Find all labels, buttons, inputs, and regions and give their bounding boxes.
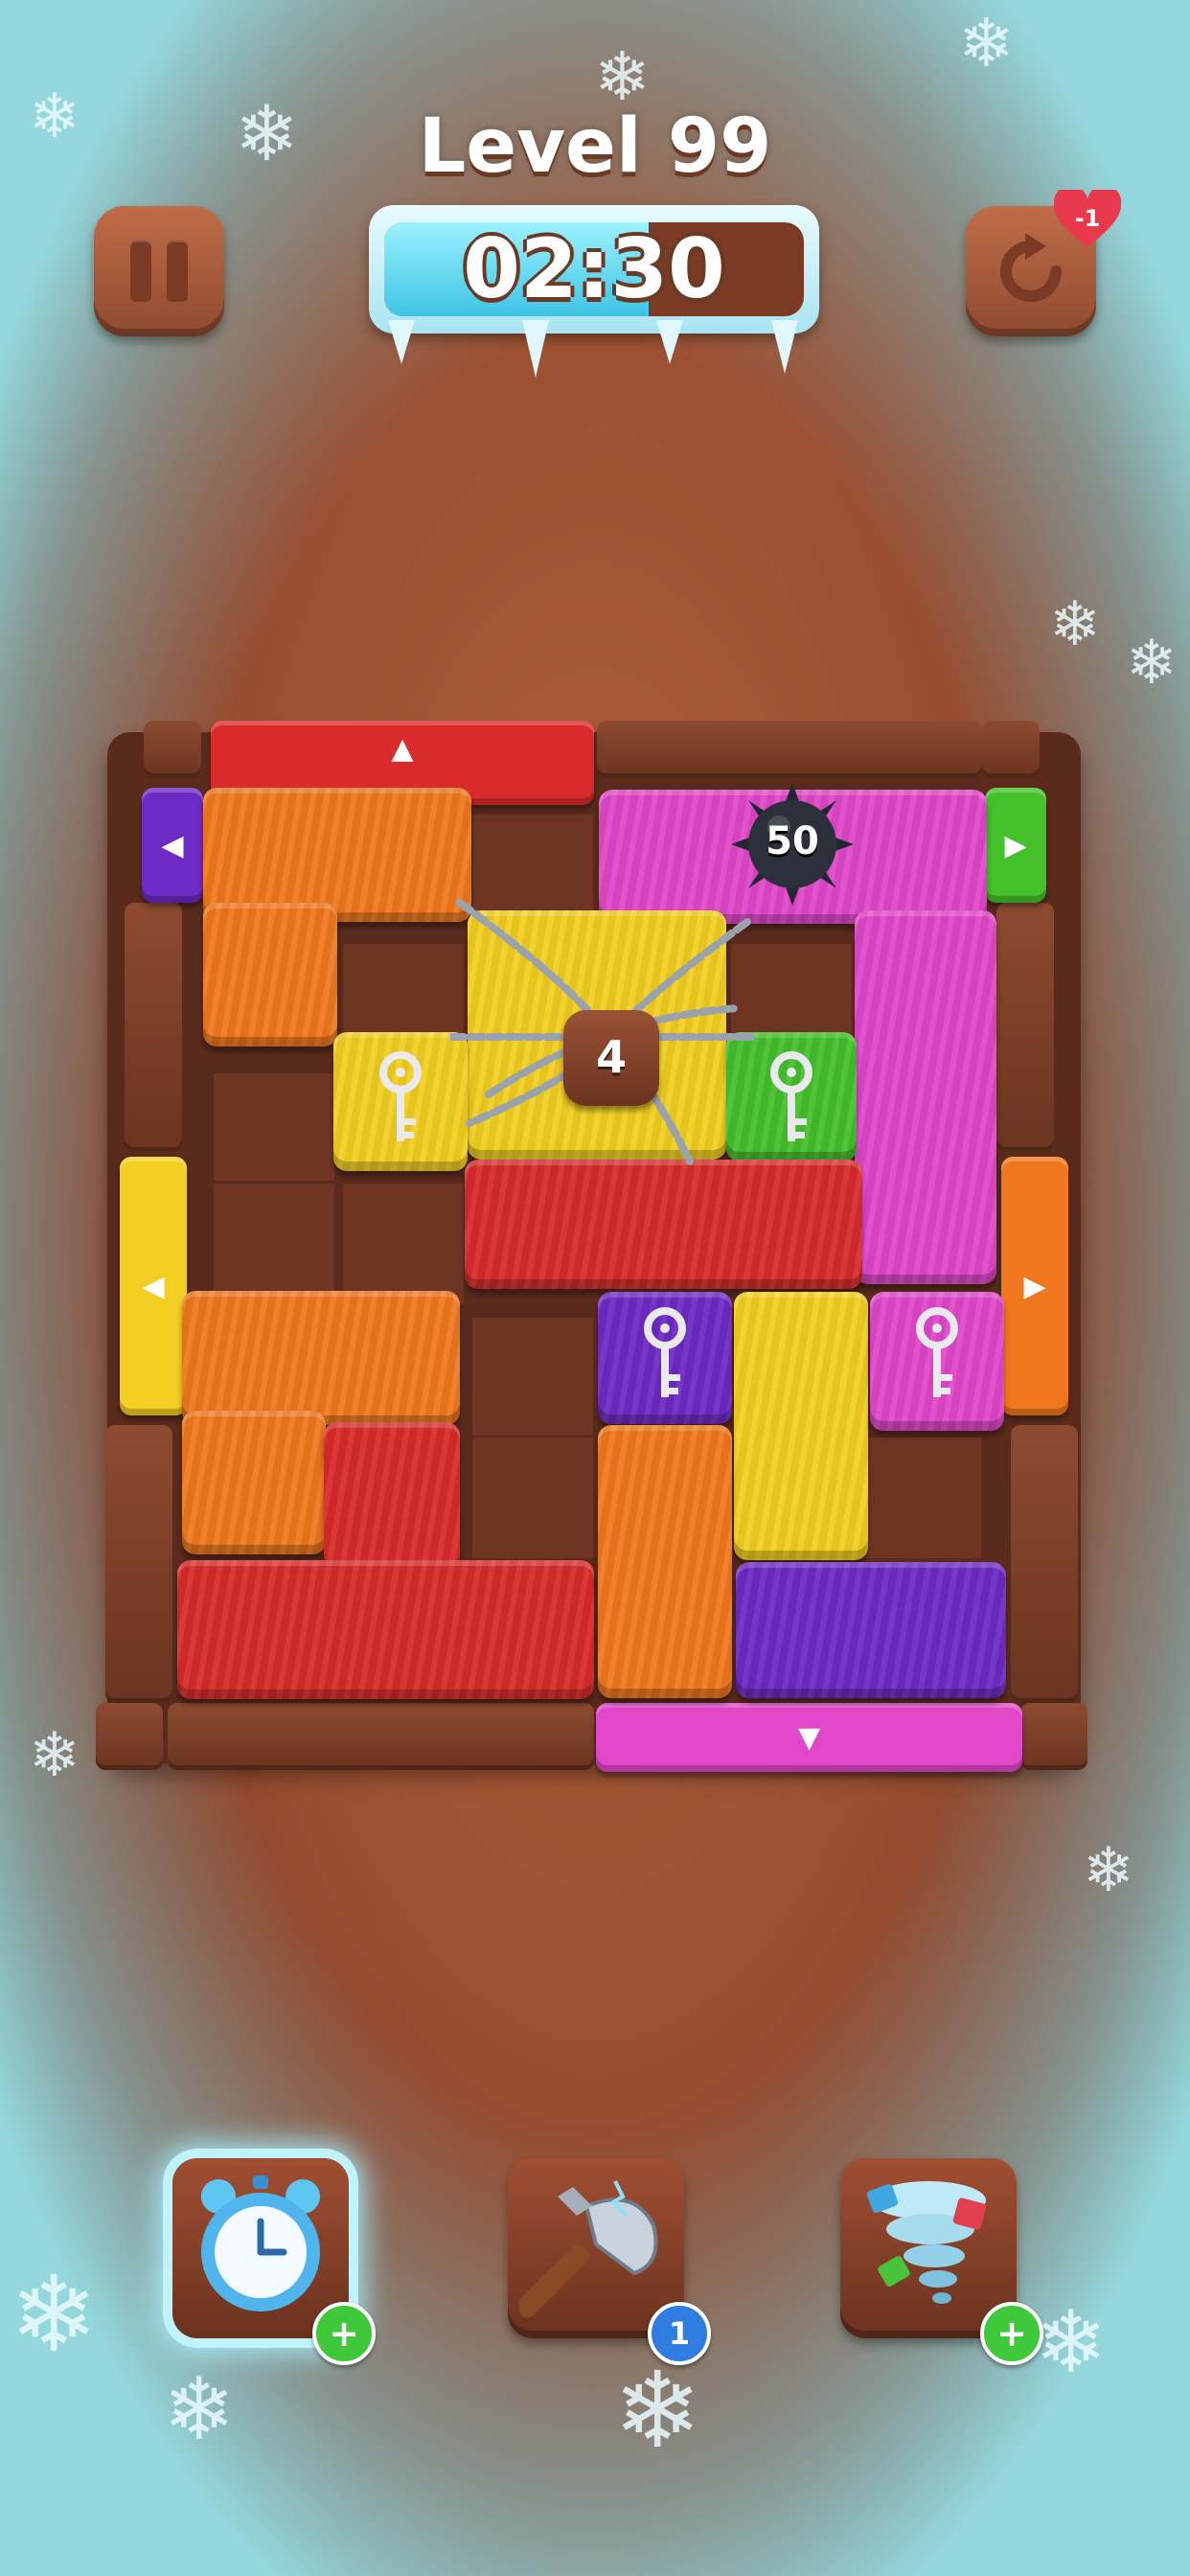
block-orange-l[interactable] bbox=[203, 788, 471, 922]
snowflake-icon: ❄ bbox=[1126, 628, 1178, 699]
game-board: ▲ ◀ ▶ ◀ ▶ ▼ 4 50 bbox=[96, 721, 1092, 1775]
board-wall bbox=[597, 721, 982, 778]
block-yellow-vertical[interactable] bbox=[734, 1292, 868, 1560]
board-cell bbox=[340, 1181, 467, 1307]
block-red-t[interactable] bbox=[177, 1560, 594, 1699]
block-purple-horizontal[interactable] bbox=[736, 1562, 1006, 1698]
lock-count: 4 bbox=[595, 1031, 627, 1083]
snowflake-icon: ❄ bbox=[1049, 589, 1101, 660]
block-orange-l-bottom[interactable] bbox=[182, 1291, 460, 1425]
booster-tornado-button[interactable]: + bbox=[840, 2158, 1043, 2365]
snowflake-icon: ❄ bbox=[163, 2359, 236, 2460]
board-wall bbox=[982, 721, 1040, 778]
snowflake-icon: ❄ bbox=[958, 4, 1015, 82]
lock-icon: 4 bbox=[563, 1010, 659, 1106]
board-wall bbox=[1020, 1703, 1087, 1770]
board-cell bbox=[211, 1181, 337, 1307]
board-wall bbox=[96, 1703, 163, 1770]
add-badge: + bbox=[312, 2302, 376, 2365]
block-red-t[interactable] bbox=[324, 1422, 460, 1576]
block-orange-vertical[interactable] bbox=[598, 1425, 732, 1698]
board-wall bbox=[125, 903, 182, 1152]
booster-clock-button[interactable]: + bbox=[172, 2158, 376, 2365]
board-cell bbox=[858, 1435, 984, 1561]
bomb: 50 bbox=[731, 783, 854, 906]
exit-gate-green-right: ▶ bbox=[985, 788, 1046, 903]
key-icon bbox=[644, 1307, 686, 1397]
axe-icon bbox=[519, 2180, 658, 2318]
board-wall bbox=[168, 1703, 594, 1770]
block-orange-l-bottom[interactable] bbox=[182, 1411, 326, 1554]
pause-button[interactable] bbox=[94, 206, 224, 336]
snowflake-icon: ❄ bbox=[613, 2349, 702, 2472]
snowflake-icon: ❄ bbox=[1083, 1835, 1134, 1906]
block-orange-l[interactable] bbox=[203, 903, 337, 1046]
icicle bbox=[656, 320, 683, 364]
add-badge: + bbox=[980, 2302, 1043, 2365]
snowflake-icon: ❄ bbox=[1035, 2292, 1108, 2393]
board-wall bbox=[144, 721, 201, 778]
board-cell bbox=[211, 1070, 337, 1197]
exit-gate-orange-right: ▶ bbox=[1001, 1157, 1068, 1415]
booster-axe-button[interactable]: 1 bbox=[508, 2158, 711, 2365]
bomb-moves: 50 bbox=[766, 819, 819, 863]
exit-gate-yellow-left: ◀ bbox=[120, 1157, 187, 1415]
alarm-clock-icon bbox=[201, 2175, 320, 2312]
snowflake-icon: ❄ bbox=[10, 2253, 99, 2376]
timer-text: 02:30 bbox=[463, 222, 725, 316]
restart-cost: -1 bbox=[1074, 205, 1101, 232]
board-wall bbox=[996, 903, 1054, 1152]
board-wall bbox=[1011, 1425, 1078, 1703]
tornado-icon bbox=[866, 2181, 987, 2304]
key-icon bbox=[916, 1307, 958, 1397]
pause-icon bbox=[130, 241, 151, 302]
snowflake-icon: ❄ bbox=[29, 1720, 80, 1791]
exit-gate-purple-left: ◀ bbox=[142, 788, 203, 903]
block-magenta-vertical[interactable] bbox=[855, 910, 996, 1284]
icicle bbox=[522, 320, 549, 378]
key-icon bbox=[379, 1051, 422, 1141]
snowflake-icon: ❄ bbox=[594, 37, 651, 116]
board-cell bbox=[469, 1315, 596, 1441]
timer: 02:30 bbox=[369, 205, 819, 378]
icicle bbox=[388, 320, 415, 364]
axe-count-badge: 1 bbox=[648, 2302, 711, 2365]
board-wall bbox=[105, 1425, 172, 1703]
timer-bar: 02:30 bbox=[384, 222, 804, 316]
key-icon bbox=[770, 1051, 812, 1141]
level-title: Level 99 bbox=[418, 104, 772, 190]
icicle bbox=[771, 320, 798, 374]
board-cell bbox=[469, 1435, 596, 1561]
heart-cost-badge: -1 bbox=[1053, 185, 1122, 249]
exit-gate-magenta-bottom: ▼ bbox=[596, 1703, 1022, 1772]
